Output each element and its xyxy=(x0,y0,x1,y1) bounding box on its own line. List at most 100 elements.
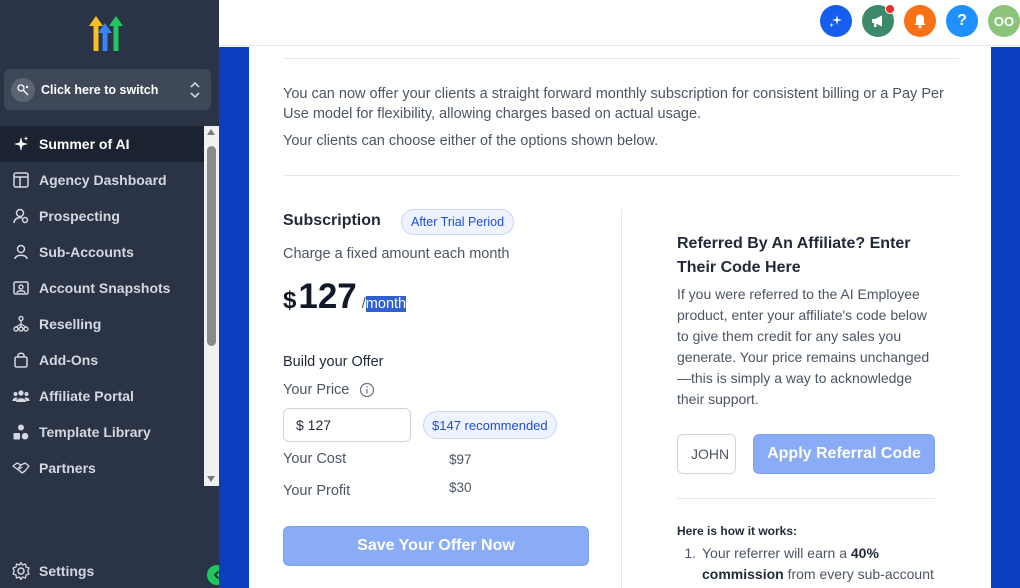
sidebar-item-label: Summer of AI xyxy=(39,136,130,152)
list-number: 1. xyxy=(684,545,696,561)
price-amount: 127 xyxy=(298,277,357,316)
handshake-icon xyxy=(11,458,31,478)
location-icon xyxy=(11,77,35,102)
sidebar-item-label: Account Snapshots xyxy=(39,280,171,296)
referral-code-input[interactable]: JOHN xyxy=(677,434,736,474)
user-search-icon xyxy=(11,206,31,226)
page-background-right xyxy=(991,47,1020,588)
sidebar-nav: Summer of AI Agency Dashboard Prospectin… xyxy=(0,126,204,486)
dashboard-icon xyxy=(11,170,31,190)
sidebar-item-prospecting[interactable]: Prospecting xyxy=(0,198,204,234)
sparkle-icon xyxy=(11,134,31,154)
profit-value: $30 xyxy=(449,480,472,495)
cost-value: $97 xyxy=(449,452,472,467)
info-icon[interactable] xyxy=(359,382,375,398)
apply-referral-button[interactable]: Apply Referral Code xyxy=(753,434,935,474)
shopping-bag-icon xyxy=(11,350,31,370)
user-avatar[interactable]: OO xyxy=(988,5,1020,37)
megaphone-icon xyxy=(872,15,882,27)
referral-description: If you were referred to the AI Employee … xyxy=(677,286,930,407)
sidebar-item-label: Prospecting xyxy=(39,208,120,224)
sidebar-scrollbar[interactable] xyxy=(204,126,219,486)
build-offer-title: Build your Offer xyxy=(283,354,384,370)
subscription-description: Charge a fixed amount each month xyxy=(283,246,510,262)
referral-title: Referred By An Affiliate? Enter Their Co… xyxy=(677,235,911,276)
help-button[interactable]: ? xyxy=(946,5,978,37)
divider xyxy=(677,498,935,499)
subscription-title: Subscription xyxy=(283,212,381,229)
top-bar-actions: ? OO xyxy=(820,4,1020,37)
recommended-price-badge: $147 recommended xyxy=(423,411,557,439)
ai-assistant-button[interactable] xyxy=(820,5,852,37)
referral-code-value: JOHN xyxy=(691,446,730,462)
divider xyxy=(283,58,959,59)
sidebar-item-template-library[interactable]: Template Library xyxy=(0,414,204,450)
subscription-price: $ 127 /month xyxy=(283,277,407,317)
sidebar-item-add-ons[interactable]: Add-Ons xyxy=(0,342,204,378)
shapes-icon xyxy=(11,422,31,442)
column-divider xyxy=(621,209,622,588)
chevron-updown-icon xyxy=(190,81,200,98)
sidebar-item-label: Agency Dashboard xyxy=(39,172,167,188)
sidebar-item-label: Add-Ons xyxy=(39,352,99,368)
divider xyxy=(283,175,959,176)
hierarchy-icon xyxy=(11,314,31,334)
announcements-button[interactable] xyxy=(862,4,895,37)
list-item-continuation: commission from every sub-account xyxy=(677,564,939,585)
sidebar-item-summer-of-ai[interactable]: Summer of AI xyxy=(0,126,204,162)
notification-dot xyxy=(885,4,895,14)
how-it-works-list: 1. Your referrer will earn a 40% commissi… xyxy=(677,543,939,585)
intro-text: You can now offer your clients a straigh… xyxy=(283,86,944,122)
save-offer-button[interactable]: Save Your Offer Now xyxy=(283,526,589,566)
sidebar-item-settings[interactable]: Settings xyxy=(11,561,94,581)
snapshot-icon xyxy=(11,278,31,298)
sidebar-item-sub-accounts[interactable]: Sub-Accounts xyxy=(0,234,204,270)
help-icon: ? xyxy=(957,12,967,29)
sidebar-item-agency-dashboard[interactable]: Agency Dashboard xyxy=(0,162,204,198)
page-background-left xyxy=(219,47,249,588)
profit-label: Your Profit xyxy=(283,483,351,499)
sidebar-item-label: Template Library xyxy=(39,424,151,440)
scrollbar-thumb[interactable] xyxy=(207,146,216,346)
step-bold: commission xyxy=(702,566,784,582)
price-input-value: $ 127 xyxy=(296,417,332,433)
top-bar: ? OO xyxy=(219,0,1020,46)
sidebar-item-account-snapshots[interactable]: Account Snapshots xyxy=(0,270,204,306)
sidebar-item-label: Reselling xyxy=(39,316,102,332)
trial-badge: After Trial Period xyxy=(401,209,515,235)
list-item: 1. Your referrer will earn a 40% xyxy=(677,543,939,564)
your-price-row: Your Price xyxy=(283,382,375,398)
your-price-label: Your Price xyxy=(283,382,350,398)
switcher-label: Click here to switch xyxy=(41,82,159,97)
price-period-label: month xyxy=(365,296,407,312)
settings-label: Settings xyxy=(39,563,95,579)
offer-card: You can now offer your clients a straigh… xyxy=(249,47,991,588)
price-input[interactable]: $ 127 xyxy=(283,408,411,442)
choose-text: Your clients can choose either of the op… xyxy=(283,133,659,149)
account-switcher[interactable]: Click here to switch xyxy=(4,69,211,110)
bell-icon xyxy=(914,14,926,29)
notifications-button[interactable] xyxy=(904,5,936,37)
step-text: from every sub-account xyxy=(783,566,934,582)
scroll-down-arrow-icon[interactable] xyxy=(207,476,215,482)
sidebar-item-label: Sub-Accounts xyxy=(39,244,134,260)
ai-sparkle-icon xyxy=(829,15,842,28)
user-icon xyxy=(11,242,31,262)
price-currency: $ xyxy=(283,287,297,314)
sidebar-item-label: Affiliate Portal xyxy=(39,388,134,404)
users-group-icon xyxy=(11,386,31,406)
sidebar-item-partners[interactable]: Partners xyxy=(0,450,204,486)
step-text: Your referrer will earn a xyxy=(702,545,851,561)
sidebar-item-label: Partners xyxy=(39,460,96,476)
how-it-works-title: Here is how it works: xyxy=(677,524,798,538)
sidebar-item-affiliate-portal[interactable]: Affiliate Portal xyxy=(0,378,204,414)
price-period: /month xyxy=(362,296,407,312)
gear-icon xyxy=(12,561,30,581)
avatar-initials: OO xyxy=(993,13,1015,29)
cost-label: Your Cost xyxy=(283,451,347,467)
scroll-up-arrow-icon[interactable] xyxy=(207,129,215,135)
step-bold: 40% xyxy=(850,545,879,561)
sidebar-item-reselling[interactable]: Reselling xyxy=(0,306,204,342)
sidebar: Click here to switch Summer of AI Agency… xyxy=(0,0,227,588)
app-logo xyxy=(89,16,123,51)
